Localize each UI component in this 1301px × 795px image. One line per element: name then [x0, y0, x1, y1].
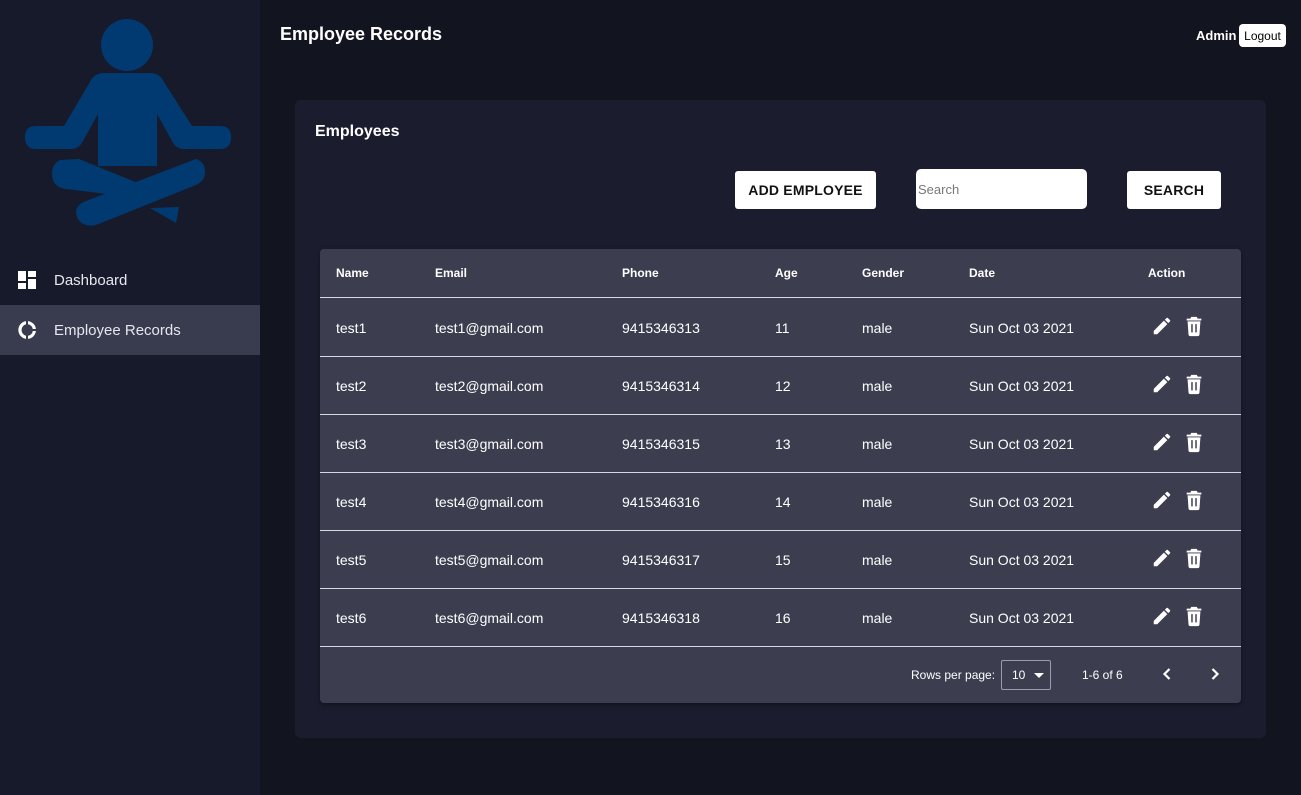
cell-email: test2@gmail.com — [435, 378, 544, 394]
cell-age: 12 — [775, 378, 791, 394]
cell-phone: 9415346317 — [622, 552, 700, 568]
delete-trash-icon[interactable] — [1183, 315, 1205, 337]
logout-button[interactable]: Logout — [1239, 24, 1286, 47]
sidebar-item-dashboard[interactable]: Dashboard — [0, 255, 260, 305]
search-input[interactable] — [916, 169, 1087, 209]
cell-date: Sun Oct 03 2021 — [969, 320, 1075, 336]
cell-phone: 9415346318 — [622, 610, 700, 626]
cell-phone: 9415346314 — [622, 378, 700, 394]
table-row: test3 test3@gmail.com 9415346315 13 male Sun … — [320, 415, 1241, 473]
column-header-email[interactable]: Email — [435, 266, 467, 280]
table-row: test6 test6@gmail.com 9415346318 16 male Sun … — [320, 589, 1241, 647]
cell-name: test4 — [336, 494, 367, 510]
column-header-gender[interactable]: Gender — [862, 266, 904, 280]
previous-page-button[interactable] — [1155, 662, 1179, 686]
sidebar-item-label: Employee Records — [54, 321, 181, 339]
cell-date: Sun Oct 03 2021 — [969, 610, 1075, 626]
rows-per-page-select[interactable]: 10 — [1001, 660, 1051, 690]
cell-email: test1@gmail.com — [435, 320, 544, 336]
cell-age: 11 — [775, 320, 790, 336]
cell-email: test4@gmail.com — [435, 494, 544, 510]
edit-pencil-icon[interactable] — [1151, 605, 1173, 627]
meditation-person-logo-icon — [25, 19, 231, 226]
page-title: Employee Records — [280, 24, 443, 44]
delete-trash-icon[interactable] — [1183, 547, 1205, 569]
delete-trash-icon[interactable] — [1183, 431, 1205, 453]
edit-pencil-icon[interactable] — [1151, 315, 1173, 337]
column-header-name[interactable]: Name — [336, 266, 369, 280]
column-header-phone[interactable]: Phone — [622, 266, 659, 280]
table-row: test5 test5@gmail.com 9415346317 15 male Sun … — [320, 531, 1241, 589]
sidebar-item-label: Dashboard — [54, 271, 128, 289]
rows-per-page-value: 10 — [1012, 668, 1026, 682]
cell-name: test1 — [336, 320, 367, 336]
cell-date: Sun Oct 03 2021 — [969, 552, 1075, 568]
cell-name: test3 — [336, 436, 367, 452]
cell-gender: male — [862, 494, 893, 510]
employees-panel: Employees ADD EMPLOYEE SEARCH Name Email… — [295, 100, 1266, 738]
delete-trash-icon[interactable] — [1183, 489, 1205, 511]
column-header-date[interactable]: Date — [969, 266, 995, 280]
cell-age: 13 — [775, 436, 791, 452]
cell-name: test6 — [336, 610, 367, 626]
sidebar-item-employee-records[interactable]: Employee Records — [0, 305, 260, 355]
cell-date: Sun Oct 03 2021 — [969, 378, 1075, 394]
pagination-range: 1-6 of 6 — [1082, 668, 1123, 682]
table-row: test2 test2@gmail.com 9415346314 12 male Sun … — [320, 357, 1241, 415]
chevron-left-icon — [1162, 668, 1171, 680]
cell-age: 14 — [775, 494, 791, 510]
cell-date: Sun Oct 03 2021 — [969, 436, 1075, 452]
table-row: test4 test4@gmail.com 9415346316 14 male Sun … — [320, 473, 1241, 531]
cell-gender: male — [862, 552, 893, 568]
table-header: Name Email Phone Age Gender Date Action — [320, 249, 1241, 298]
cell-email: test6@gmail.com — [435, 610, 544, 626]
cell-email: test3@gmail.com — [435, 436, 544, 452]
cell-email: test5@gmail.com — [435, 552, 544, 568]
column-header-age[interactable]: Age — [775, 266, 798, 280]
cell-phone: 9415346316 — [622, 494, 700, 510]
cell-phone: 9415346313 — [622, 320, 700, 336]
cell-gender: male — [862, 320, 893, 336]
dashboard-icon — [17, 270, 37, 290]
edit-pencil-icon[interactable] — [1151, 547, 1173, 569]
next-page-button[interactable] — [1203, 662, 1227, 686]
cell-age: 15 — [775, 552, 791, 568]
cell-gender: male — [862, 610, 893, 626]
cell-phone: 9415346315 — [622, 436, 700, 452]
add-employee-button[interactable]: ADD EMPLOYEE — [735, 171, 876, 209]
chevron-right-icon — [1211, 668, 1220, 680]
edit-pencil-icon[interactable] — [1151, 431, 1173, 453]
edit-pencil-icon[interactable] — [1151, 489, 1173, 511]
cell-name: test5 — [336, 552, 367, 568]
column-header-action: Action — [1148, 266, 1186, 280]
search-button[interactable]: SEARCH — [1127, 171, 1221, 209]
cell-date: Sun Oct 03 2021 — [969, 494, 1075, 510]
cell-gender: male — [862, 436, 893, 452]
delete-trash-icon[interactable] — [1183, 605, 1205, 627]
panel-title: Employees — [315, 123, 400, 140]
cell-name: test2 — [336, 378, 367, 394]
caret-down-icon — [1034, 673, 1044, 678]
donut-chart-icon — [17, 320, 37, 340]
edit-pencil-icon[interactable] — [1151, 373, 1173, 395]
user-name: Admin — [1196, 28, 1237, 43]
table-row: test1 test1@gmail.com 9415346313 11 male Sun … — [320, 299, 1241, 357]
employee-table: Name Email Phone Age Gender Date Action … — [320, 249, 1241, 703]
delete-trash-icon[interactable] — [1183, 373, 1205, 395]
cell-age: 16 — [775, 610, 791, 626]
cell-gender: male — [862, 378, 893, 394]
rows-per-page-label: Rows per page: — [911, 668, 996, 682]
sidebar: Dashboard Employee Records — [0, 0, 260, 795]
